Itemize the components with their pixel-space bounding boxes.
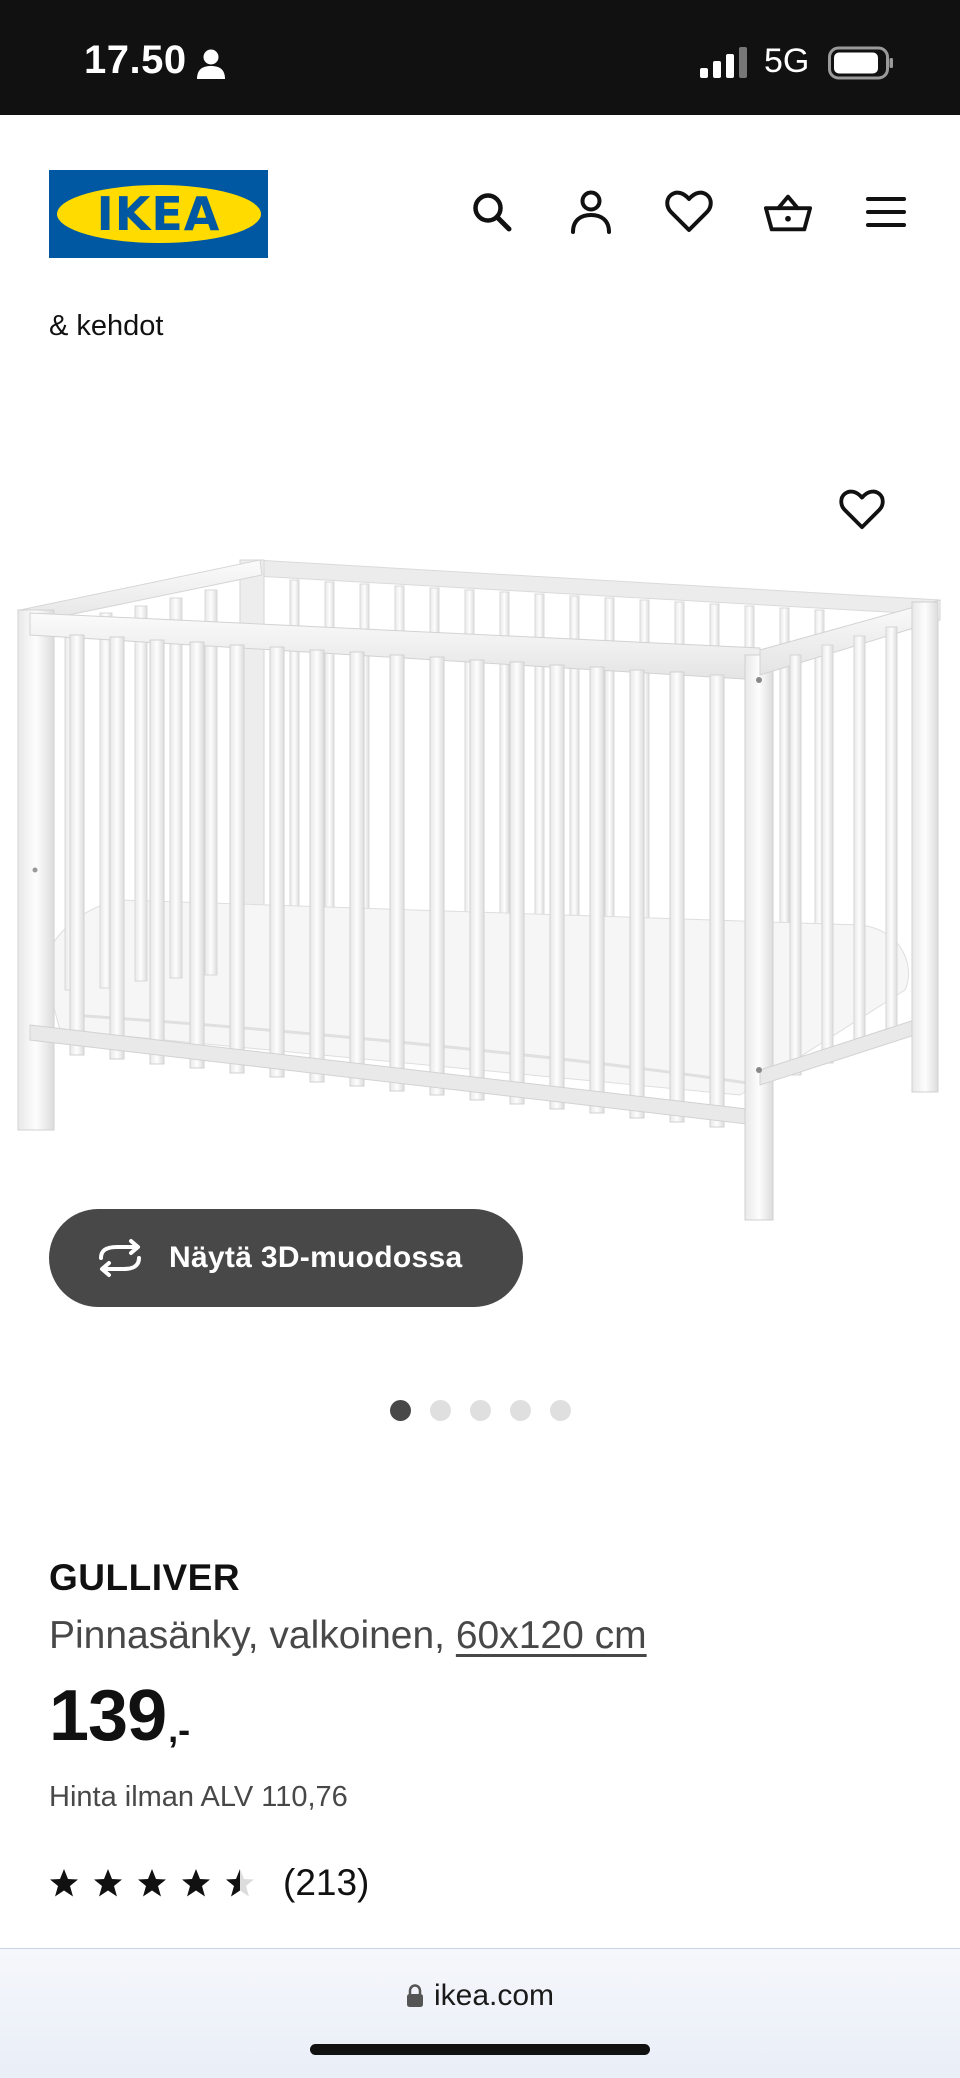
cart-button[interactable] xyxy=(763,187,813,237)
carousel-dot[interactable] xyxy=(470,1400,491,1421)
search-icon xyxy=(473,193,512,232)
cart-icon xyxy=(763,194,813,232)
carousel-dot[interactable] xyxy=(390,1400,411,1421)
url-text: ikea.com xyxy=(433,1979,555,2012)
favorite-button[interactable] xyxy=(832,480,892,540)
wishlist-icon xyxy=(665,190,713,232)
account-button[interactable] xyxy=(566,187,616,237)
wishlist-button[interactable] xyxy=(664,187,714,237)
browser-address-bar: ikea.com xyxy=(0,1948,960,2078)
price-integer: 139 xyxy=(49,1676,167,1756)
network-label: 5G xyxy=(764,42,810,80)
site-header: IKEA xyxy=(0,115,960,315)
breadcrumb[interactable]: & kehdot xyxy=(49,310,163,343)
star-full-icon xyxy=(182,1869,210,1897)
product-rating[interactable]: (213) xyxy=(49,1862,369,1904)
product-size-link[interactable]: 60x120 cm xyxy=(456,1614,647,1657)
product-description: Pinnasänky, valkoinen, 60x120 cm xyxy=(49,1614,647,1658)
battery-icon xyxy=(828,46,893,80)
home-indicator[interactable] xyxy=(310,2044,650,2055)
price-excluding-vat: Hinta ilman ALV 110,76 xyxy=(49,1781,348,1813)
heart-icon xyxy=(839,489,885,530)
carousel-dots xyxy=(390,1400,571,1422)
star-full-icon xyxy=(50,1869,78,1897)
product-description-text: Pinnasänky, valkoinen, xyxy=(49,1614,456,1657)
rotate-3d-icon xyxy=(99,1239,141,1277)
product-name: GULLIVER xyxy=(49,1557,241,1598)
review-count: (213) xyxy=(283,1862,370,1903)
menu-icon xyxy=(866,197,906,227)
star-full-icon xyxy=(94,1869,122,1897)
signal-icon xyxy=(700,47,747,78)
status-bar: 17.50 5G xyxy=(0,0,960,115)
person-icon xyxy=(197,49,225,79)
price-decimal: ,- xyxy=(168,1709,191,1750)
view-3d-label: Näytä 3D-muodossa xyxy=(169,1241,463,1274)
star-half-icon xyxy=(226,1869,254,1897)
account-icon xyxy=(571,190,611,234)
carousel-dot[interactable] xyxy=(550,1400,571,1421)
carousel-dot[interactable] xyxy=(510,1400,531,1421)
status-time: 17.50 xyxy=(84,38,187,82)
product-image[interactable] xyxy=(0,470,960,1240)
url-field[interactable]: ikea.com xyxy=(0,1979,960,2013)
rating-stars xyxy=(49,1868,255,1898)
menu-button[interactable] xyxy=(861,187,911,237)
star-full-icon xyxy=(138,1869,166,1897)
product-price: 139 ,- xyxy=(49,1680,190,1752)
carousel-dot[interactable] xyxy=(430,1400,451,1421)
logo-text: IKEA xyxy=(96,187,221,241)
logo-oval: IKEA xyxy=(56,185,261,243)
search-button[interactable] xyxy=(467,187,517,237)
view-3d-button[interactable]: Näytä 3D-muodossa xyxy=(49,1209,523,1307)
ikea-logo[interactable]: IKEA xyxy=(49,170,268,258)
lock-icon xyxy=(406,1984,423,2007)
